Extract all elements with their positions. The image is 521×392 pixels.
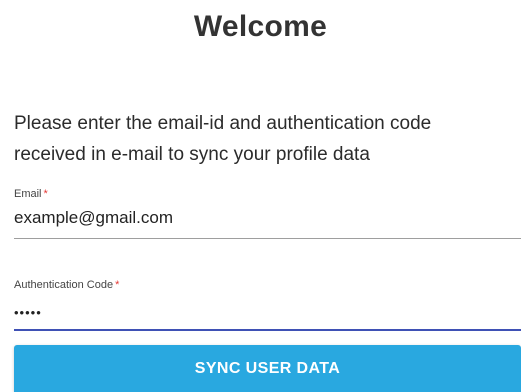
email-label: Email * [14,188,521,204]
instructions-line-1: Please enter the email-id and authentica… [14,113,432,134]
authentication-code-label: Authentication Code * [14,279,521,295]
authentication-code-required-marker: * [115,279,120,291]
email-label-text: Email [14,188,42,200]
email-required-marker: * [43,188,48,200]
instructions-line-2: received in e-mail to sync your profile … [14,144,370,165]
sync-profile-page: Welcome Please enter the email-id and au… [0,0,521,392]
authentication-code-field[interactable] [14,295,521,331]
authentication-code-form-field: Authentication Code * [14,279,521,331]
sync-user-data-button[interactable]: SYNC USER DATA [14,345,521,392]
page-title: Welcome [193,10,328,43]
email-field[interactable] [14,204,521,239]
instructions-text: Please enter the email-id and authentica… [14,108,514,170]
email-form-field: Email * [14,188,521,239]
authentication-code-label-text: Authentication Code [14,279,114,291]
